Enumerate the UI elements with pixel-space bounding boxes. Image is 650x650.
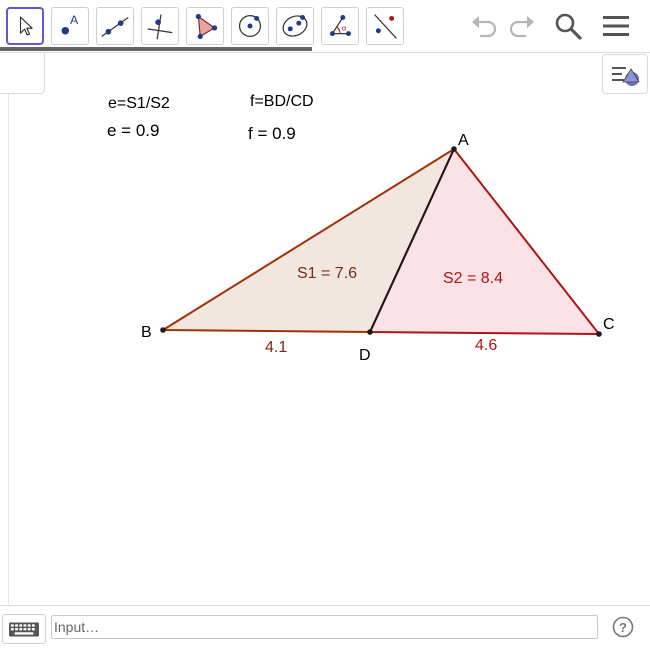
- arrow-cursor-icon: [19, 16, 33, 36]
- area-s1-label: S1 = 7.6: [297, 265, 357, 282]
- toolbar-scroll-indicator: [0, 47, 312, 51]
- perpendicular-line-tool-button[interactable]: [141, 7, 179, 45]
- conic-tool-button[interactable]: [276, 7, 314, 45]
- point-c-label: C: [603, 316, 615, 333]
- angle-icon: α: [329, 15, 351, 37]
- polygon-tool-button[interactable]: [186, 7, 224, 45]
- hamburger-menu-icon: [603, 16, 629, 36]
- svg-text:A: A: [70, 13, 79, 27]
- area-s2-label: S2 = 8.4: [443, 270, 503, 287]
- circle-tool-button[interactable]: [231, 7, 269, 45]
- undo-button[interactable]: [468, 10, 500, 42]
- perpendicular-line-icon: [147, 14, 173, 40]
- point-a[interactable]: [451, 146, 457, 152]
- f-definition: f=BD/CD: [250, 93, 314, 110]
- polygon-icon: [195, 13, 218, 40]
- undo-icon: [472, 16, 497, 38]
- graphics-view[interactable]: e=S1/S2 e = 0.9 f=BD/CD f = 0.9 A B C D …: [0, 52, 650, 605]
- help-icon: ?: [612, 616, 634, 638]
- f-value: f = 0.9: [248, 124, 296, 143]
- input-field[interactable]: [51, 615, 598, 639]
- keyboard-icon: [9, 622, 39, 637]
- e-value: e = 0.9: [107, 121, 159, 140]
- point-d[interactable]: [367, 329, 373, 335]
- search-button[interactable]: [552, 10, 584, 42]
- point-c[interactable]: [596, 331, 602, 337]
- svg-text:?: ?: [619, 620, 627, 635]
- e-definition: e=S1/S2: [108, 95, 170, 112]
- point-b-label: B: [141, 324, 152, 341]
- main-menu-button[interactable]: [600, 10, 632, 42]
- point-b[interactable]: [160, 327, 166, 333]
- help-button[interactable]: ?: [612, 616, 634, 638]
- point-a-label: A: [458, 132, 469, 149]
- search-icon: [555, 13, 582, 40]
- toolbar: A α: [0, 0, 650, 53]
- input-bar: ?: [0, 605, 650, 650]
- reflect-tool-button[interactable]: [366, 7, 404, 45]
- ellipse-icon: [282, 15, 308, 37]
- redo-button[interactable]: [506, 10, 538, 42]
- point-d-label: D: [359, 347, 371, 364]
- keyboard-button[interactable]: [2, 614, 46, 644]
- redo-icon: [509, 16, 534, 38]
- svg-text:α: α: [342, 24, 347, 33]
- move-tool-button[interactable]: [6, 7, 44, 45]
- point-tool-button[interactable]: A: [51, 7, 89, 45]
- angle-tool-button[interactable]: α: [321, 7, 359, 45]
- reflect-about-line-icon: [374, 14, 397, 39]
- length-dc-label: 4.6: [475, 337, 497, 354]
- length-bd-label: 4.1: [265, 339, 287, 356]
- circle-with-center-icon: [238, 14, 262, 38]
- point-icon: A: [61, 13, 79, 35]
- line-tool-button[interactable]: [96, 7, 134, 45]
- line-through-points-icon: [101, 16, 129, 37]
